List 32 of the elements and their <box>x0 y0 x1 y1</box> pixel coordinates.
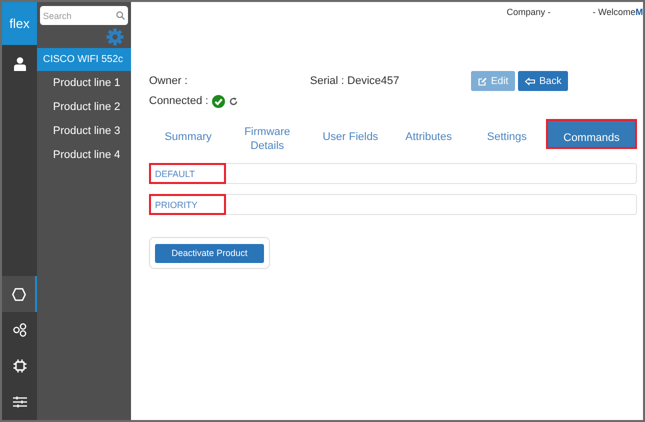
logo: flex <box>2 2 37 45</box>
command-group-label[interactable]: PRIORITY <box>149 194 226 215</box>
sidebar-item[interactable]: CISCO WIFI 552c <box>37 48 131 71</box>
back-icon <box>525 76 536 86</box>
tab[interactable]: User Fields <box>311 119 390 149</box>
sliders-icon[interactable] <box>12 396 26 408</box>
hexagon-icon[interactable] <box>12 288 26 300</box>
tab[interactable]: Firmware Details <box>237 119 298 149</box>
tab[interactable]: Attributes <box>390 119 468 149</box>
nodes-icon[interactable] <box>12 323 26 337</box>
chip-icon[interactable] <box>12 359 26 373</box>
back-button[interactable]: Back <box>518 71 568 91</box>
deactivate-button[interactable]: Deactivate Product <box>155 244 264 262</box>
search-field[interactable]: Search <box>40 6 128 25</box>
tab[interactable]: Summary <box>149 119 228 149</box>
edit-icon <box>478 76 487 86</box>
tab[interactable]: Settings <box>468 119 546 149</box>
user-link[interactable]: M <box>636 7 643 17</box>
user-icon[interactable] <box>14 57 26 71</box>
refresh-icon[interactable] <box>229 96 238 106</box>
command-group-label[interactable]: DEFAULT <box>149 163 226 184</box>
sidebar-item[interactable]: Product line 4 <box>37 143 131 167</box>
company-label: Company - <box>506 7 551 17</box>
welcome-label: - Welcome <box>592 7 636 17</box>
sidebar-item[interactable]: Product line 2 <box>37 95 131 119</box>
owner-label: Owner : <box>149 75 189 87</box>
search-icon[interactable] <box>116 11 125 20</box>
sidebar-item[interactable]: Product line 3 <box>37 119 131 143</box>
serial-label: Serial : Device457 <box>310 75 400 87</box>
sidebar-item[interactable]: Product line 1 <box>37 71 131 95</box>
tab[interactable]: Commands <box>546 119 637 149</box>
connected-label: Connected : <box>149 95 208 107</box>
